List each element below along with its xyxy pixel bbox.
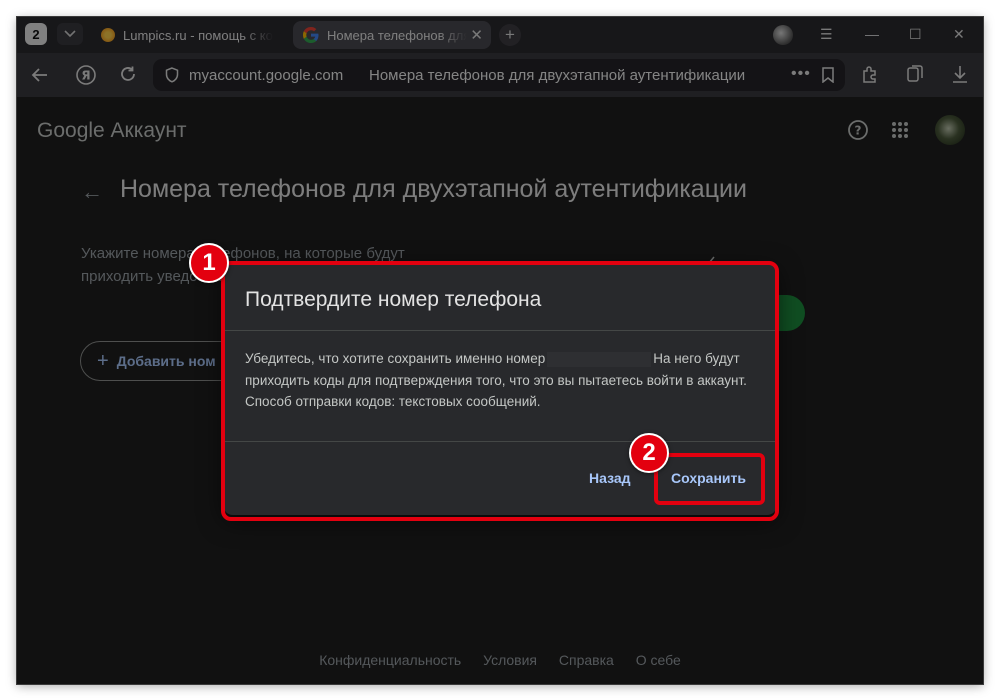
page-title: Номера телефонов для двухэтапной аутенти… bbox=[120, 175, 747, 203]
browser-profile-icon[interactable] bbox=[773, 25, 793, 45]
save-highlight-frame bbox=[654, 453, 765, 505]
lumpics-favicon-icon bbox=[101, 28, 115, 42]
close-tab-icon[interactable]: ✕ bbox=[470, 26, 483, 44]
help-icon[interactable]: ? bbox=[847, 119, 869, 141]
step-badge-1: 1 bbox=[189, 243, 229, 283]
download-icon[interactable] bbox=[951, 64, 969, 84]
back-arrow-icon[interactable] bbox=[31, 66, 49, 84]
browser-window: 2 Lumpics.ru - помощь с ко Номера телефо… bbox=[17, 17, 983, 684]
collections-icon[interactable] bbox=[905, 64, 925, 84]
svg-text:?: ? bbox=[855, 124, 862, 138]
tab-list-dropdown[interactable] bbox=[57, 23, 83, 45]
close-window-icon[interactable]: ✕ bbox=[953, 26, 965, 43]
step-badge-2: 2 bbox=[629, 433, 669, 473]
page-footer: Конфиденциальность Условия Справка О себ… bbox=[17, 652, 983, 668]
address-page-title: Номера телефонов для двухэтапной аутенти… bbox=[369, 67, 746, 84]
footer-link-about[interactable]: О себе bbox=[636, 652, 681, 668]
more-dots-icon[interactable]: ••• bbox=[791, 65, 811, 83]
menu-icon[interactable]: ☰ bbox=[820, 26, 833, 43]
illustration-green-shape bbox=[775, 295, 805, 331]
tab-lumpics[interactable]: Lumpics.ru - помощь с ко bbox=[91, 21, 287, 49]
bookmark-icon[interactable] bbox=[821, 67, 835, 83]
maximize-icon[interactable]: ☐ bbox=[909, 26, 922, 43]
footer-link-help[interactable]: Справка bbox=[559, 652, 614, 668]
footer-link-privacy[interactable]: Конфиденциальность bbox=[319, 652, 461, 668]
add-phone-label: Добавить ном bbox=[116, 353, 216, 369]
tab-title: Номера телефонов для bbox=[327, 27, 467, 43]
new-tab-button[interactable]: + bbox=[499, 24, 521, 46]
address-bar[interactable]: myaccount.google.com Номера телефонов дл… bbox=[153, 59, 845, 91]
shield-icon[interactable] bbox=[165, 67, 179, 83]
tab-title: Lumpics.ru - помощь с ко bbox=[123, 27, 273, 43]
tab-count-badge[interactable]: 2 bbox=[25, 23, 47, 45]
apps-grid-icon[interactable] bbox=[891, 121, 909, 139]
extensions-icon[interactable] bbox=[861, 64, 881, 84]
chevron-down-icon bbox=[64, 30, 76, 38]
google-account-logo[interactable]: Google Аккаунт bbox=[37, 119, 187, 143]
tab-google-account[interactable]: Номера телефонов для ✕ bbox=[293, 21, 491, 49]
svg-text:Я: Я bbox=[81, 69, 90, 83]
back-arrow-icon[interactable]: ← bbox=[81, 179, 103, 205]
footer-link-terms[interactable]: Условия bbox=[483, 652, 537, 668]
google-favicon-icon bbox=[303, 27, 319, 43]
plus-icon: + bbox=[505, 25, 515, 44]
yandex-icon[interactable]: Я bbox=[75, 64, 97, 86]
address-domain: myaccount.google.com bbox=[189, 67, 344, 84]
reload-icon[interactable] bbox=[119, 65, 137, 83]
tab-strip: 2 Lumpics.ru - помощь с ко Номера телефо… bbox=[17, 17, 983, 53]
minimize-icon[interactable]: — bbox=[865, 26, 879, 42]
account-avatar[interactable] bbox=[935, 115, 965, 145]
plus-icon: + bbox=[97, 349, 109, 372]
browser-toolbar: Я myaccount.google.com Номера телефонов … bbox=[17, 53, 983, 97]
